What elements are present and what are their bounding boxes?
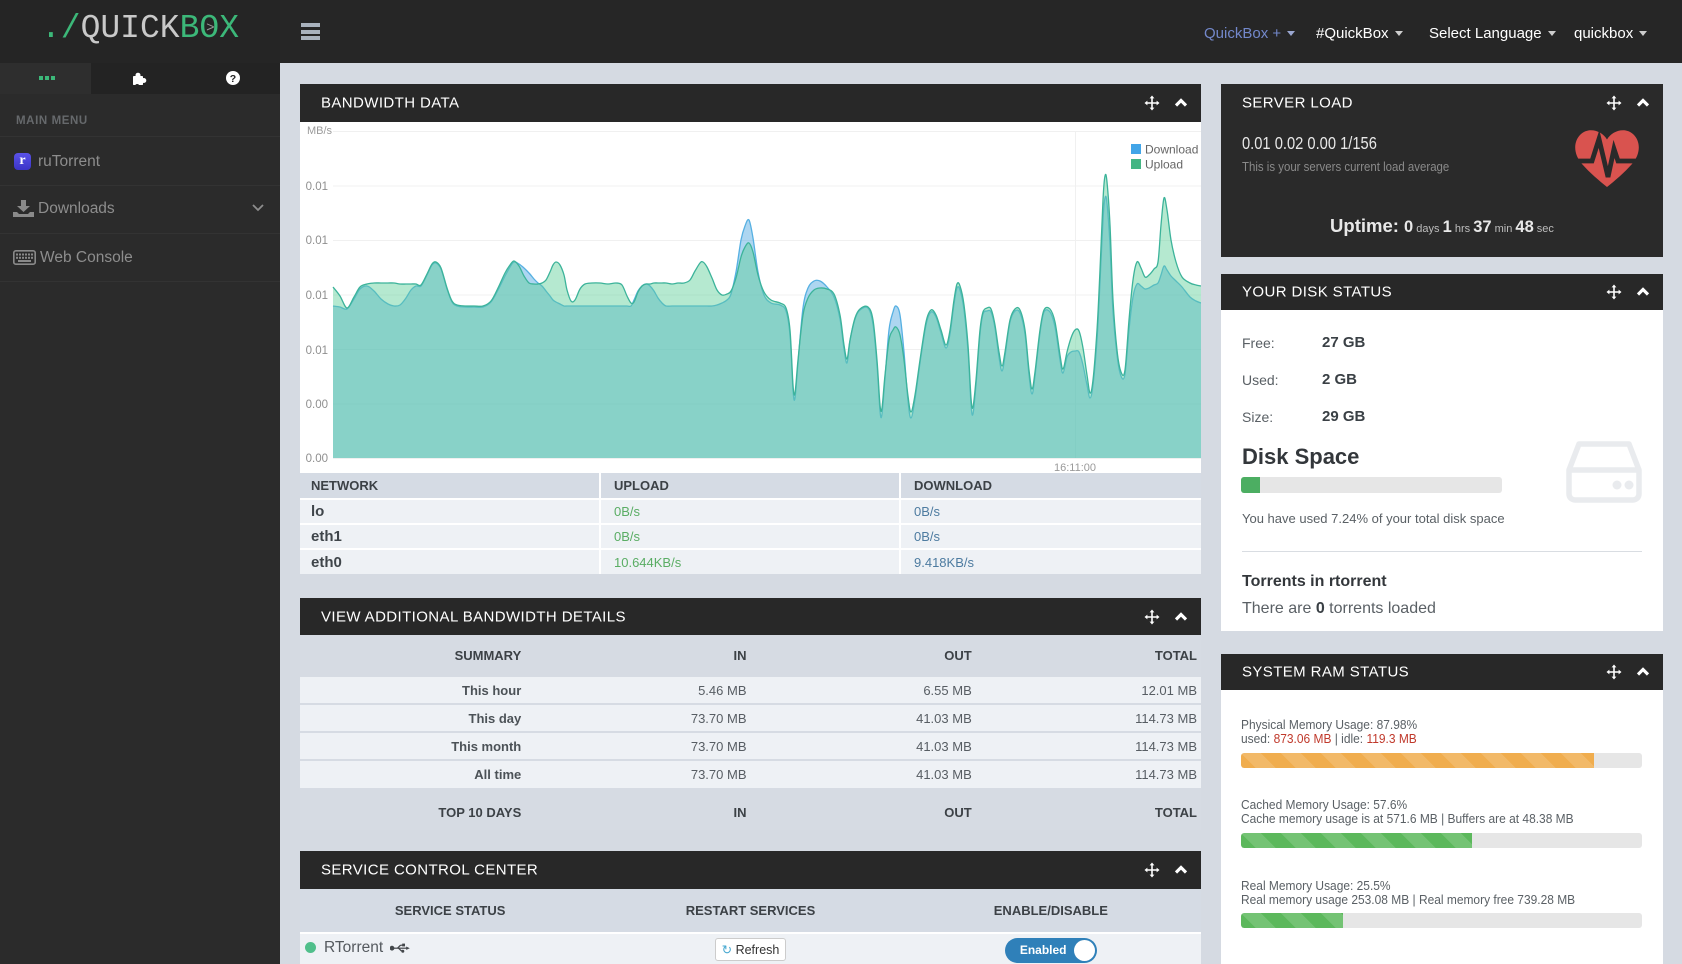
svg-text:0.00: 0.00 (306, 453, 328, 465)
svg-text:0.01: 0.01 (306, 345, 328, 357)
svg-text:?: ? (230, 73, 236, 85)
svg-text:0.01: 0.01 (306, 290, 328, 302)
svg-text:0.01: 0.01 (306, 181, 328, 193)
svg-text:16:11:00: 16:11:00 (1054, 462, 1096, 473)
svg-text:MB/s: MB/s (307, 125, 333, 137)
svg-text:Download: Download (1145, 143, 1198, 157)
svg-text:Upload: Upload (1145, 158, 1183, 172)
svg-text:0.01: 0.01 (306, 235, 328, 247)
svg-text:0.00: 0.00 (306, 399, 328, 411)
